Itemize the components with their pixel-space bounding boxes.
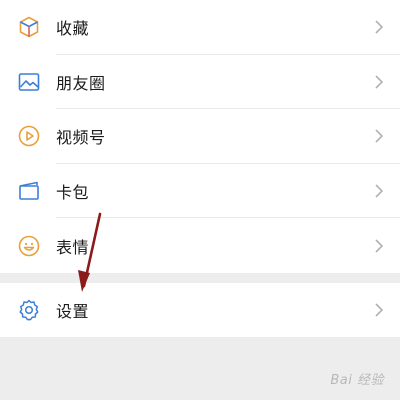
- menu-item-stickers[interactable]: 表情: [0, 218, 400, 273]
- menu-item-card-wallet[interactable]: 卡包: [0, 164, 400, 219]
- menu-item-channels[interactable]: 视频号: [0, 109, 400, 164]
- menu-item-label: 视频号: [56, 128, 106, 148]
- menu-item-label: 设置: [56, 302, 90, 321]
- menu-item-label: 卡包: [56, 183, 90, 203]
- chevron-right-icon: [375, 303, 384, 317]
- menu-item-label: 朋友圈: [56, 73, 106, 93]
- watermark: Bai 经验: [330, 373, 384, 388]
- menu-item-settings[interactable]: 设置: [0, 283, 400, 337]
- favorites-cube-icon: [17, 15, 41, 39]
- menu-item-label: 收藏: [56, 19, 90, 39]
- chevron-right-icon: [375, 129, 384, 144]
- moments-image-icon: [17, 70, 41, 94]
- settings-gear-icon: [17, 298, 41, 322]
- menu-item-favorites[interactable]: 收藏: [0, 0, 400, 55]
- card-wallet-icon: [17, 179, 41, 203]
- chevron-right-icon: [375, 239, 384, 253]
- chevron-right-icon: [375, 20, 384, 34]
- chevron-right-icon: [375, 75, 384, 89]
- chevron-right-icon: [375, 184, 384, 198]
- menu-group-settings: 设置: [0, 283, 400, 337]
- menu-group-main: 收藏 朋友圈 视频号 卡包 表情: [0, 0, 400, 273]
- menu-item-moments[interactable]: 朋友圈: [0, 55, 400, 110]
- menu-item-label: 表情: [56, 237, 90, 257]
- sticker-smile-icon: [17, 234, 41, 258]
- channels-play-icon: [17, 124, 41, 148]
